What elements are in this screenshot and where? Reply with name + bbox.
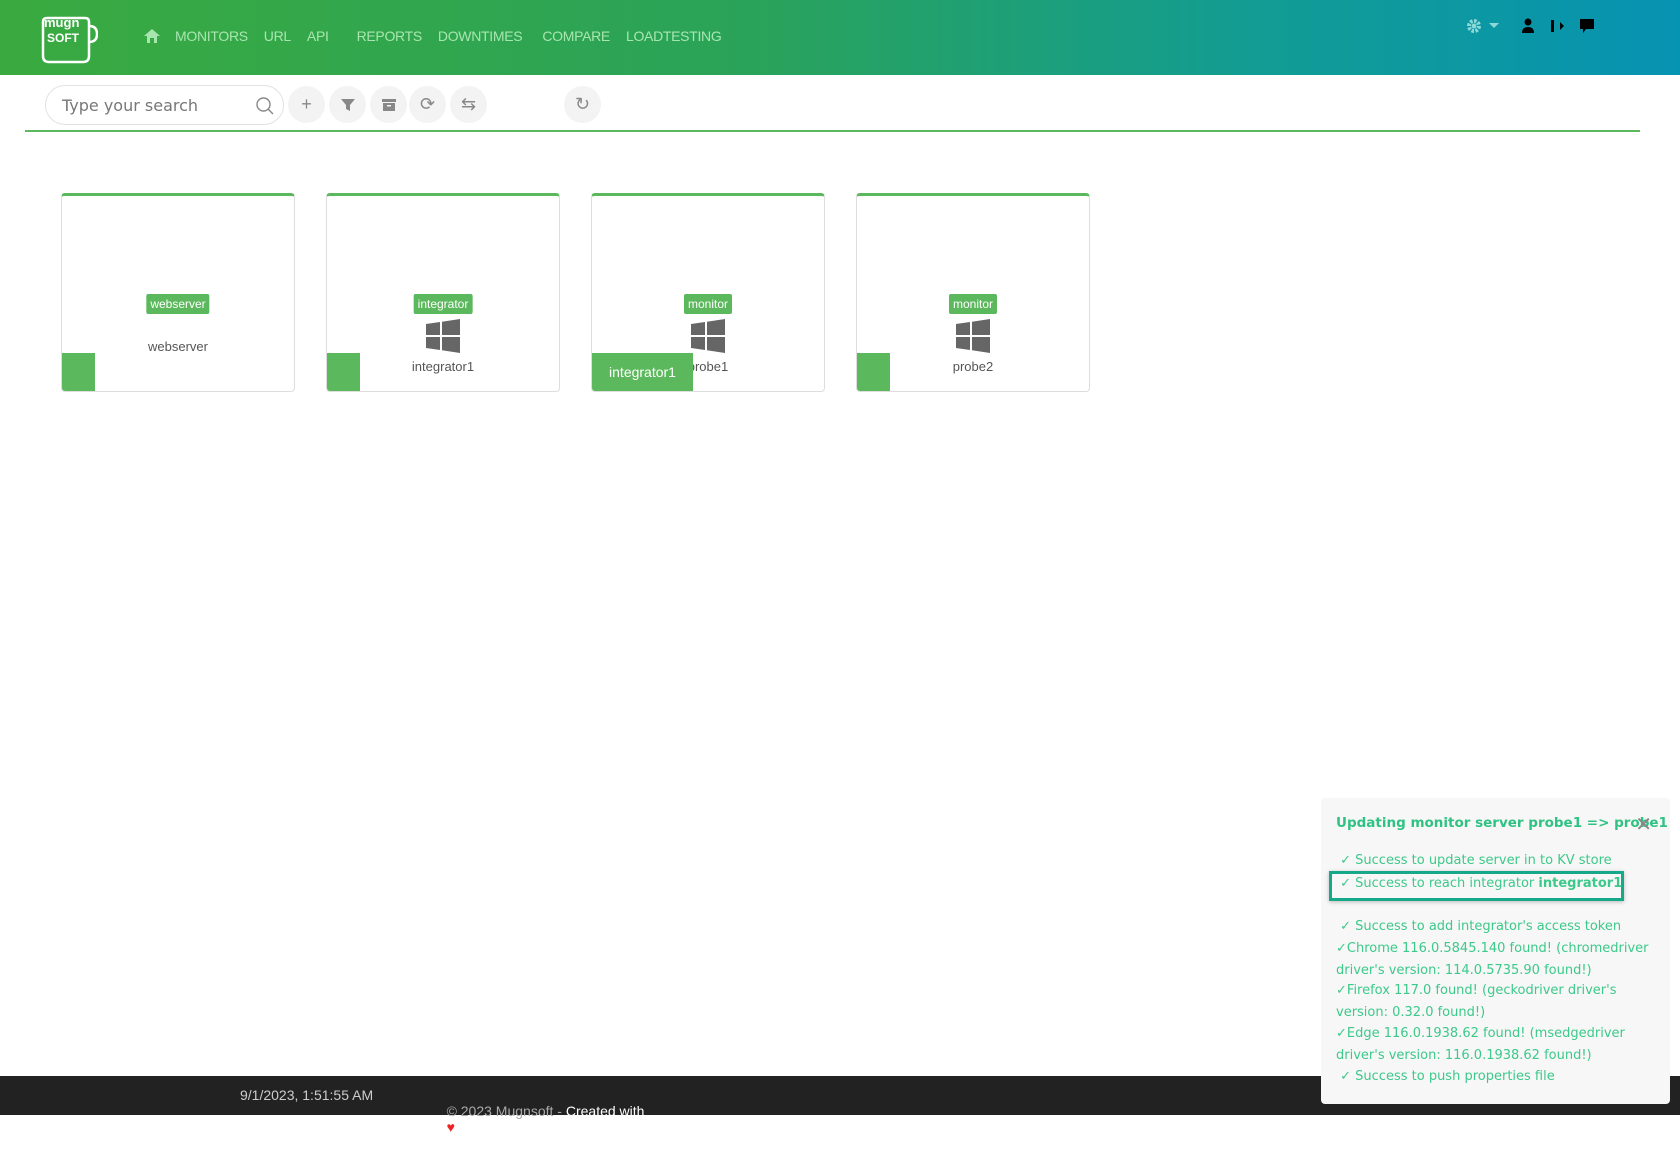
sync-icon: ⟳	[419, 94, 436, 114]
nav-downtimes[interactable]: DOWNTIMES	[438, 28, 523, 44]
toast-message: ✓ Success to add integrator's access tok…	[1336, 919, 1622, 934]
footer-copyright: © 2023 Mugnsoft -	[446, 1103, 566, 1119]
nav-loadtesting[interactable]: LOADTESTING	[626, 28, 722, 44]
nav-reports[interactable]: REPORTS	[357, 28, 423, 44]
server-name: integrator1	[411, 359, 475, 374]
sync-button[interactable]: ⟳	[409, 86, 446, 123]
archive-button[interactable]	[370, 86, 407, 123]
menu-icon[interactable]	[1612, 16, 1634, 36]
archive-icon	[381, 98, 396, 111]
server-card-integrator1[interactable]: integrator integrator1	[326, 193, 560, 392]
nav-monitors[interactable]: MONITORS	[175, 28, 248, 44]
toast-message: ✓Edge 116.0.1938.62 found! (msedgedriver…	[1336, 1026, 1625, 1063]
server-name: webserver	[148, 339, 208, 354]
sign-out-icon[interactable]	[1548, 16, 1566, 36]
server-card-webserver[interactable]: webserver webserver	[61, 193, 295, 392]
svg-text:mugn: mugn	[44, 15, 79, 30]
footer-passion: and Passion in France	[446, 1135, 586, 1151]
server-name: probe2	[952, 359, 994, 374]
search-icon[interactable]	[255, 96, 275, 116]
top-navbar: mugn SOFT MONITORS URL API REPORTS DOWNT…	[0, 0, 1680, 75]
caret-down-icon	[1489, 23, 1499, 28]
status-indicator	[62, 353, 95, 391]
integrator-label: integrator1	[592, 353, 693, 391]
footer-created: Created with	[565, 1103, 645, 1119]
search-input[interactable]	[62, 96, 242, 115]
role-badge: monitor	[948, 294, 998, 314]
toast-message: ✓ Success to update server in to KV stor…	[1336, 853, 1612, 868]
reload-button[interactable]: ↻	[564, 86, 601, 123]
mugnsoft-logo[interactable]: mugn SOFT	[40, 12, 98, 64]
notification-toast: Updating monitor server probe1 => probe1…	[1321, 798, 1670, 1104]
server-card-probe2[interactable]: monitor probe2	[856, 193, 1090, 392]
add-button[interactable]: +	[288, 86, 325, 123]
gear-icon	[1467, 19, 1481, 33]
retweet-icon: ⇆	[460, 94, 477, 114]
search-box	[45, 85, 284, 125]
nav-api[interactable]: API	[307, 28, 329, 44]
settings-dropdown[interactable]	[1466, 16, 1500, 36]
windows-icon	[956, 319, 990, 353]
filter-button[interactable]	[329, 86, 366, 123]
toast-message: ✓ Success to push properties file	[1336, 1069, 1555, 1084]
home-icon[interactable]	[143, 28, 161, 44]
svg-text:SOFT: SOFT	[47, 31, 80, 45]
nav-compare[interactable]: COMPARE	[542, 28, 610, 44]
nav-url[interactable]: URL	[264, 28, 291, 44]
retweet-button[interactable]: ⇆	[450, 86, 487, 123]
footer-datetime: 9/1/2023, 1:51:55 AM	[240, 1087, 374, 1103]
toast-message: ✓ Success to reach integrator integrator…	[1336, 876, 1623, 891]
toast-title: Updating monitor server probe1 => probe1	[1336, 815, 1668, 831]
status-indicator	[327, 353, 360, 391]
status-indicator	[857, 353, 890, 391]
role-badge: monitor	[683, 294, 733, 314]
comment-icon[interactable]	[1578, 16, 1596, 36]
reload-icon: ↻	[574, 94, 591, 114]
heart-icon: ♥	[446, 1119, 455, 1135]
server-card-probe1[interactable]: monitor probe1 integrator1	[591, 193, 825, 392]
filter-icon	[340, 98, 355, 111]
plus-icon: +	[301, 94, 312, 114]
toast-message: ✓Chrome 116.0.5845.140 found! (chromedri…	[1336, 941, 1649, 978]
role-badge: webserver	[146, 294, 210, 314]
windows-icon	[691, 319, 725, 353]
user-icon[interactable]	[1520, 16, 1536, 36]
role-badge: integrator	[413, 294, 473, 314]
toast-message: ✓Firefox 117.0 found! (geckodriver drive…	[1336, 983, 1617, 1020]
toolbar-divider	[25, 130, 1640, 132]
windows-icon	[426, 319, 460, 353]
close-icon[interactable]: ✕	[1635, 812, 1652, 836]
